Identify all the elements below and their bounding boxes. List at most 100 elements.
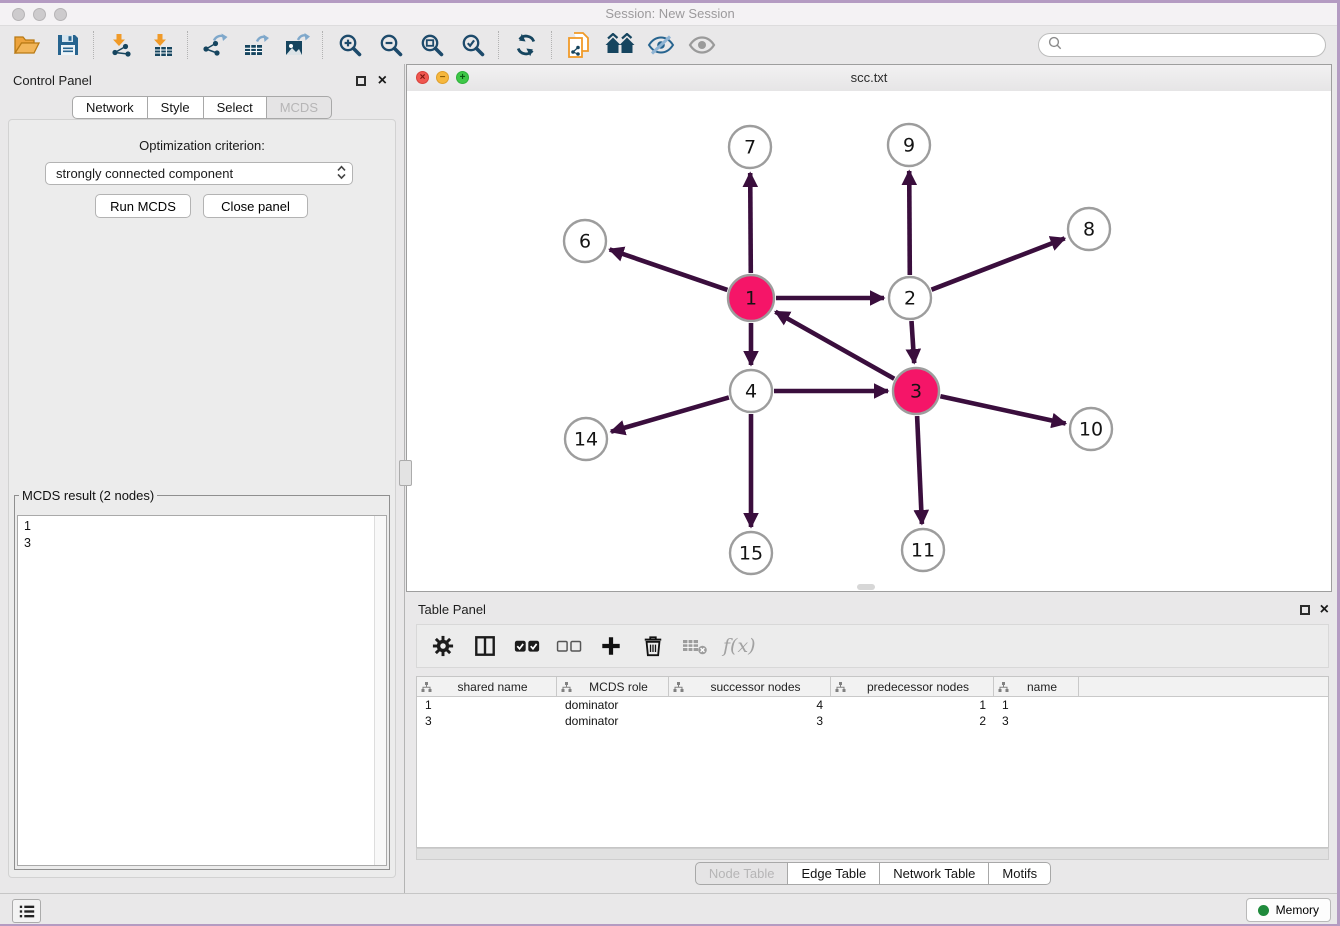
graph-node-9[interactable]: 9 — [888, 124, 930, 166]
tab-edge-table[interactable]: Edge Table — [788, 862, 880, 885]
column-header-predecessor-nodes[interactable]: predecessor nodes — [831, 677, 994, 696]
hide-graphics-details-icon[interactable] — [640, 29, 681, 61]
graph-node-10[interactable]: 10 — [1070, 408, 1112, 450]
save-session-icon[interactable] — [47, 29, 88, 61]
memory-button[interactable]: Memory — [1246, 898, 1331, 922]
zoom-selected-icon[interactable] — [452, 29, 493, 61]
tab-mcds[interactable]: MCDS — [267, 96, 332, 119]
unselect-all-columns-icon[interactable] — [555, 632, 583, 660]
table-scrollbar[interactable] — [416, 848, 1329, 860]
import-network-icon[interactable] — [100, 29, 141, 61]
table-cell[interactable]: dominator — [557, 698, 669, 712]
delete-columns-icon[interactable] — [639, 632, 667, 660]
network-from-file-icon[interactable] — [558, 29, 599, 61]
table-body: 1dominator4113dominator323 — [417, 697, 1328, 729]
list-icon — [18, 904, 36, 919]
table-row[interactable]: 1dominator411 — [417, 697, 1328, 713]
graph-edge-3-11[interactable] — [917, 416, 922, 524]
close-panel-button[interactable]: Close panel — [203, 194, 308, 218]
maximize-view-button[interactable] — [456, 71, 469, 84]
search-input[interactable] — [1068, 37, 1325, 54]
close-window-button[interactable] — [12, 8, 25, 21]
result-scrollbar[interactable] — [374, 516, 386, 865]
zoom-out-icon[interactable] — [370, 29, 411, 61]
export-table-icon[interactable] — [235, 29, 276, 61]
export-image-icon[interactable] — [276, 29, 317, 61]
table-cell[interactable]: 4 — [669, 698, 831, 712]
zoom-window-button[interactable] — [54, 8, 67, 21]
run-mcds-button[interactable]: Run MCDS — [95, 194, 191, 218]
close-panel-icon[interactable]: × — [378, 74, 387, 88]
graph-edge-2-9[interactable] — [909, 171, 910, 275]
open-session-file-icon[interactable] — [6, 29, 47, 61]
column-header-shared-name[interactable]: shared name — [417, 677, 557, 696]
graph-node-4[interactable]: 4 — [730, 370, 772, 412]
table-cell[interactable]: 3 — [669, 714, 831, 728]
tab-motifs[interactable]: Motifs — [989, 862, 1051, 885]
result-line: 1 — [24, 518, 380, 535]
table-cell[interactable]: 3 — [417, 714, 557, 728]
network-window-controls — [416, 71, 469, 84]
tab-select[interactable]: Select — [204, 96, 267, 119]
table-cell[interactable]: 1 — [994, 698, 1079, 712]
graph-node-1[interactable]: 1 — [728, 275, 774, 321]
graph-edge-3-10[interactable] — [940, 396, 1065, 423]
network-canvas[interactable]: 7 9 6 8 1 2 4 3 14 10 15 11 — [407, 91, 1331, 591]
graph-edge-2-8[interactable] — [932, 238, 1065, 289]
table-cell[interactable]: 3 — [994, 714, 1079, 728]
mcds-result-list: 13 — [18, 516, 386, 554]
graph-node-6[interactable]: 6 — [564, 220, 606, 262]
import-table-icon[interactable] — [141, 29, 182, 61]
minimize-window-button[interactable] — [33, 8, 46, 21]
network-graph[interactable]: 7 9 6 8 1 2 4 3 14 10 15 11 — [407, 91, 1331, 591]
search-field[interactable] — [1038, 33, 1326, 57]
show-graphics-details-icon[interactable] — [681, 29, 722, 61]
table-cell[interactable]: 1 — [417, 698, 557, 712]
criterion-select[interactable]: strongly connected component — [45, 162, 353, 185]
column-header-name[interactable]: name — [994, 677, 1079, 696]
splitter-handle[interactable] — [399, 460, 412, 486]
export-network-icon[interactable] — [194, 29, 235, 61]
select-all-columns-icon[interactable] — [513, 632, 541, 660]
canvas-scroll-handle[interactable] — [857, 584, 875, 590]
graph-edge-1-7[interactable] — [750, 173, 751, 273]
graph-node-14[interactable]: 14 — [565, 418, 607, 460]
table-cell[interactable]: 2 — [831, 714, 994, 728]
toolbar-separator — [93, 31, 95, 59]
graph-edge-4-14[interactable] — [611, 397, 729, 431]
graph-node-11[interactable]: 11 — [902, 529, 944, 571]
home-view-icon[interactable] — [599, 29, 640, 61]
column-header-mcds-role[interactable]: MCDS role — [557, 677, 669, 696]
zoom-in-icon[interactable] — [329, 29, 370, 61]
tab-node-table[interactable]: Node Table — [695, 862, 789, 885]
split-panel-icon[interactable] — [471, 632, 499, 660]
graph-edge-1-6[interactable] — [610, 249, 728, 290]
table-cell[interactable]: dominator — [557, 714, 669, 728]
mcds-result-title: MCDS result (2 nodes) — [19, 488, 157, 503]
graph-edge-2-3[interactable] — [912, 321, 915, 363]
zoom-fit-icon[interactable] — [411, 29, 452, 61]
graph-node-3[interactable]: 3 — [893, 368, 939, 414]
tab-network-table[interactable]: Network Table — [880, 862, 989, 885]
column-header-successor-nodes[interactable]: successor nodes — [669, 677, 831, 696]
graph-node-8[interactable]: 8 — [1068, 208, 1110, 250]
tab-style[interactable]: Style — [148, 96, 204, 119]
graph-edge-3-1[interactable] — [775, 312, 894, 379]
minimize-view-button[interactable] — [436, 71, 449, 84]
close-view-button[interactable] — [416, 71, 429, 84]
float-panel-icon[interactable] — [356, 76, 366, 86]
graph-node-7[interactable]: 7 — [729, 126, 771, 168]
graph-node-15[interactable]: 15 — [730, 532, 772, 574]
graph-node-2[interactable]: 2 — [889, 277, 931, 319]
close-table-panel-icon[interactable]: × — [1320, 603, 1329, 617]
tab-network[interactable]: Network — [72, 96, 148, 119]
task-history-button[interactable] — [12, 899, 41, 923]
network-window-titlebar[interactable]: scc.txt — [407, 65, 1331, 92]
table-settings-gear-icon[interactable] — [429, 632, 457, 660]
refresh-view-icon[interactable] — [505, 29, 546, 61]
table-header-row: shared nameMCDS rolesuccessor nodesprede… — [417, 677, 1328, 697]
table-row[interactable]: 3dominator323 — [417, 713, 1328, 729]
float-table-panel-icon[interactable] — [1300, 605, 1310, 615]
table-cell[interactable]: 1 — [831, 698, 994, 712]
create-column-icon[interactable] — [597, 632, 625, 660]
